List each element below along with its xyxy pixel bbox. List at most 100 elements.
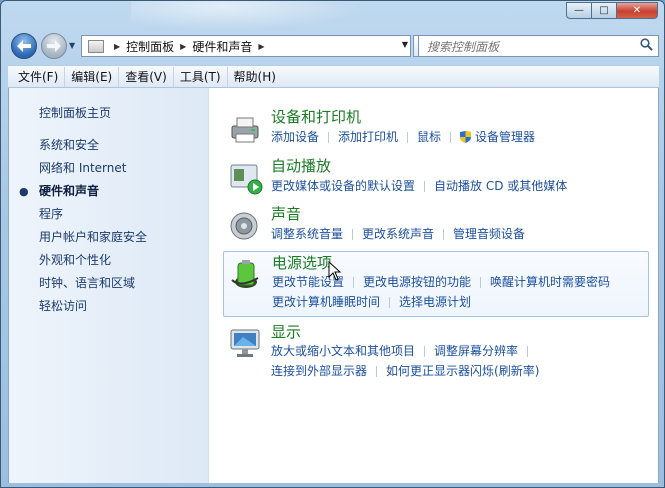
task-link[interactable]: 连接到外部显示器 (271, 364, 367, 378)
link-divider (389, 297, 391, 308)
task-link[interactable]: 设备管理器 (475, 130, 535, 144)
uac-shield-icon (460, 131, 472, 143)
link-divider (328, 132, 330, 143)
category-autoplay: 自动播放 更改媒体或设备的默认设置 自动播放 CD 或其他媒体 (223, 155, 649, 195)
sidebar-item-appearance[interactable]: 外观和个性化 (39, 252, 147, 275)
category-power-options[interactable]: 电源选项 更改节能设置 更改电源按钮的功能 唤醒计算机时需要密码 更改计算机睡眠时间… (223, 251, 649, 317)
task-link[interactable]: 更改媒体或设备的默认设置 (271, 179, 415, 193)
recent-pages-dropdown[interactable]: ▼ (69, 41, 75, 50)
link-line: 更改媒体或设备的默认设置 自动播放 CD 或其他媒体 (271, 177, 567, 197)
task-link[interactable]: 唤醒计算机时需要密码 (490, 275, 610, 289)
link-line: 调整系统音量 更改系统声音 管理音频设备 (271, 225, 525, 245)
sidebar-item-user-accounts[interactable]: 用户帐户和家庭安全 (39, 229, 147, 252)
chevron-right-icon[interactable]: ▶ (180, 42, 186, 51)
menu-edit[interactable]: 编辑(E) (64, 66, 118, 87)
maximize-button[interactable]: □ (591, 2, 617, 19)
sidebar-item-ease-of-access[interactable]: 轻松访问 (39, 298, 147, 321)
mouse-cursor-icon (328, 261, 342, 281)
link-divider (450, 132, 452, 143)
category-title[interactable]: 声音 (271, 203, 301, 224)
category-sound: 声音 调整系统音量 更改系统声音 管理音频设备 (223, 203, 649, 243)
task-link[interactable]: 调整系统音量 (271, 227, 343, 241)
link-line: 更改节能设置 更改电源按钮的功能 唤醒计算机时需要密码 (272, 273, 610, 293)
monitor-icon (230, 329, 260, 357)
address-dropdown-icon[interactable]: ▼ (402, 40, 408, 49)
navigation-bar: ▼ ▶ 控制面板 ▶ 硬件和声音 ▶ ▼ (9, 33, 659, 61)
link-line: 连接到外部显示器 如何更正显示器闪烁(刷新率) (271, 362, 539, 382)
breadcrumb-control-panel[interactable]: 控制面板 (126, 38, 174, 55)
forward-button[interactable] (41, 33, 67, 59)
link-divider (443, 229, 445, 240)
menu-tools[interactable]: 工具(T) (172, 66, 227, 87)
close-button[interactable]: ✕ (616, 2, 658, 19)
sidebar: 控制面板主页 系统和安全 网络和 Internet ● 硬件和声音 程序 用户帐… (9, 88, 209, 483)
breadcrumb-hardware-sound[interactable]: 硬件和声音 (192, 38, 252, 55)
search-input[interactable] (425, 37, 634, 57)
address-bar[interactable]: ▶ 控制面板 ▶ 硬件和声音 ▶ ▼ (81, 35, 411, 57)
printer-icon (231, 117, 259, 143)
link-line: 添加设备 添加打印机 鼠标 设备管理器 (271, 128, 535, 148)
category-title[interactable]: 电源选项 (272, 252, 332, 273)
task-link[interactable]: 更改系统声音 (362, 227, 434, 241)
sidebar-item-clock-region[interactable]: 时钟、语言和区域 (39, 275, 147, 298)
client-area: 控制面板主页 系统和安全 网络和 Internet ● 硬件和声音 程序 用户帐… (8, 88, 659, 483)
arrow-right-icon (47, 40, 61, 52)
category-title[interactable]: 显示 (271, 321, 301, 342)
category-title[interactable]: 设备和打印机 (271, 106, 361, 127)
link-divider (353, 277, 355, 288)
task-link[interactable]: 更改电源按钮的功能 (363, 275, 471, 289)
search-icon[interactable] (640, 38, 653, 55)
search-box[interactable] (418, 35, 659, 57)
main-content: 设备和打印机 添加设备 添加打印机 鼠标 设备管理器 自动播放 更改媒体或设备的… (223, 88, 653, 483)
sidebar-home-link[interactable]: 控制面板主页 (39, 104, 111, 121)
frame-decoration (131, 1, 361, 31)
link-divider (527, 346, 529, 357)
control-panel-icon (88, 39, 104, 53)
sidebar-item-network[interactable]: 网络和 Internet (39, 160, 147, 183)
link-divider (352, 229, 354, 240)
chevron-right-icon[interactable]: ▶ (258, 42, 264, 51)
category-links: 更改节能设置 更改电源按钮的功能 唤醒计算机时需要密码 更改计算机睡眠时间 选择电源计… (272, 273, 610, 313)
back-button[interactable] (11, 33, 37, 59)
sidebar-list: 系统和安全 网络和 Internet ● 硬件和声音 程序 用户帐户和家庭安全 … (19, 137, 147, 321)
minimize-button[interactable]: — (566, 2, 592, 19)
arrow-left-icon (17, 40, 31, 52)
window-frame: — □ ✕ ▼ ▶ 控制面板 ▶ 硬件和声音 ▶ ▼ 搜索控制面板 文件(F) … (0, 0, 665, 488)
sidebar-item-system-security[interactable]: 系统和安全 (39, 137, 147, 160)
link-divider (424, 181, 426, 192)
link-divider (480, 277, 482, 288)
task-link[interactable]: 管理音频设备 (453, 227, 525, 241)
task-link[interactable]: 放大或缩小文本和其他项目 (271, 344, 415, 358)
category-title[interactable]: 自动播放 (271, 155, 331, 176)
category-devices-printers: 设备和打印机 添加设备 添加打印机 鼠标 设备管理器 (223, 106, 649, 146)
category-display: 显示 放大或缩小文本和其他项目 调整屏幕分辨率 连接到外部显示器 如何更正显示器闪烁… (223, 321, 649, 378)
menu-help[interactable]: 帮助(H) (226, 66, 282, 87)
task-link[interactable]: 选择电源计划 (399, 295, 471, 309)
task-link[interactable]: 鼠标 (417, 130, 441, 144)
link-line: 放大或缩小文本和其他项目 调整屏幕分辨率 (271, 342, 539, 362)
task-link[interactable]: 添加设备 (271, 130, 319, 144)
caption-buttons: — □ ✕ (566, 2, 658, 19)
sidebar-item-programs[interactable]: 程序 (39, 206, 147, 229)
link-line: 更改计算机睡眠时间 选择电源计划 (272, 293, 610, 313)
task-link[interactable]: 自动播放 CD 或其他媒体 (434, 179, 567, 193)
link-divider (407, 132, 409, 143)
sidebar-item-label: 硬件和声音 (39, 184, 100, 198)
speaker-icon (230, 212, 258, 240)
menu-bar: 文件(F) 编辑(E) 查看(V) 工具(T) 帮助(H) (8, 65, 659, 88)
chevron-right-icon[interactable]: ▶ (114, 42, 120, 51)
bullet-icon: ● (19, 185, 29, 198)
category-links: 调整系统音量 更改系统声音 管理音频设备 (271, 225, 525, 245)
task-link[interactable]: 添加打印机 (338, 130, 398, 144)
link-divider (376, 366, 378, 377)
category-links: 更改媒体或设备的默认设置 自动播放 CD 或其他媒体 (271, 177, 567, 197)
task-link[interactable]: 如何更正显示器闪烁(刷新率) (386, 364, 539, 378)
link-divider (424, 346, 426, 357)
category-links: 添加设备 添加打印机 鼠标 设备管理器 (271, 128, 535, 148)
battery-icon (231, 260, 259, 288)
menu-view[interactable]: 查看(V) (118, 66, 173, 87)
task-link[interactable]: 调整屏幕分辨率 (434, 344, 518, 358)
menu-file[interactable]: 文件(F) (12, 67, 64, 87)
task-link[interactable]: 更改计算机睡眠时间 (272, 295, 380, 309)
category-links: 放大或缩小文本和其他项目 调整屏幕分辨率 连接到外部显示器 如何更正显示器闪烁(刷新… (271, 342, 539, 382)
